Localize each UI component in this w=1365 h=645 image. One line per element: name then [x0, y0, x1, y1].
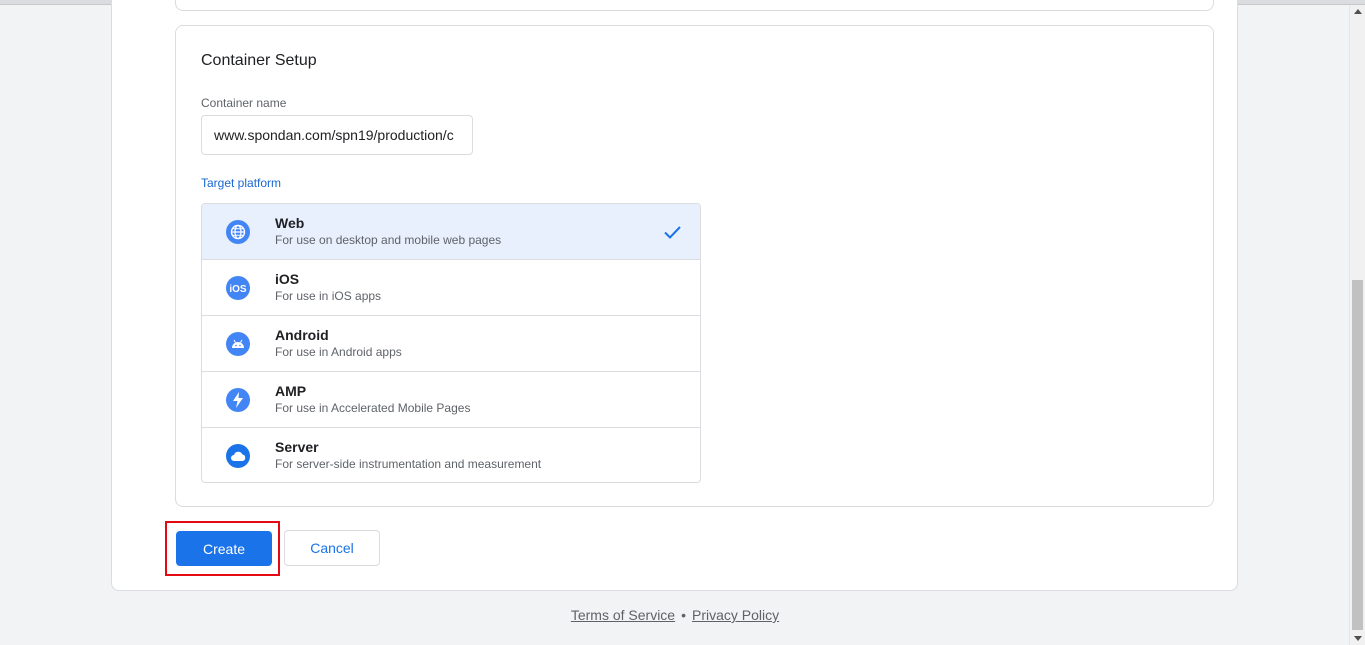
platform-description: For server-side instrumentation and meas…	[275, 457, 542, 471]
scroll-down-arrow-icon[interactable]	[1354, 636, 1362, 641]
container-name-label: Container name	[201, 96, 287, 110]
ios-icon: iOS	[226, 276, 250, 300]
platform-name: Web	[275, 215, 305, 231]
platform-name: AMP	[275, 383, 307, 399]
create-button[interactable]: Create	[176, 531, 272, 566]
android-icon	[226, 332, 250, 356]
container-setup-card: Container Setup Container name Target pl…	[175, 25, 1214, 507]
platform-description: For use in Accelerated Mobile Pages	[275, 401, 471, 415]
platform-name: Server	[275, 439, 319, 455]
platform-option-ios[interactable]: iOS iOS For use in iOS apps	[202, 260, 700, 316]
platform-option-amp[interactable]: AMP For use in Accelerated Mobile Pages	[202, 372, 700, 428]
platform-name: iOS	[275, 271, 300, 287]
scrollbar-thumb[interactable]	[1352, 280, 1363, 630]
container-name-input[interactable]	[201, 115, 473, 155]
previous-section-card	[175, 0, 1214, 11]
platform-description: For use in iOS apps	[275, 289, 382, 303]
cloud-icon	[226, 444, 250, 468]
platform-description: For use on desktop and mobile web pages	[275, 233, 502, 247]
platform-option-server[interactable]: Server For server-side instrumentation a…	[202, 428, 700, 482]
terms-of-service-link[interactable]: Terms of Service	[571, 607, 675, 623]
privacy-policy-link[interactable]: Privacy Policy	[692, 607, 779, 623]
scroll-up-arrow-icon[interactable]	[1354, 9, 1362, 14]
vertical-scrollbar[interactable]	[1349, 5, 1365, 645]
globe-icon	[226, 220, 250, 244]
svg-text:iOS: iOS	[229, 284, 247, 294]
platform-description: For use in Android apps	[275, 345, 402, 359]
checkmark-icon	[664, 226, 681, 239]
platform-option-android[interactable]: Android For use in Android apps	[202, 316, 700, 372]
footer: Terms of Service • Privacy Policy	[0, 607, 1350, 623]
target-platform-list: Web For use on desktop and mobile web pa…	[201, 203, 701, 483]
platform-name: Android	[275, 327, 329, 343]
cancel-button[interactable]: Cancel	[284, 530, 380, 566]
container-setup-title: Container Setup	[201, 52, 317, 69]
platform-option-web[interactable]: Web For use on desktop and mobile web pa…	[202, 204, 700, 260]
amp-bolt-icon	[226, 388, 250, 412]
footer-separator: •	[681, 607, 686, 623]
target-platform-label: Target platform	[201, 176, 282, 190]
